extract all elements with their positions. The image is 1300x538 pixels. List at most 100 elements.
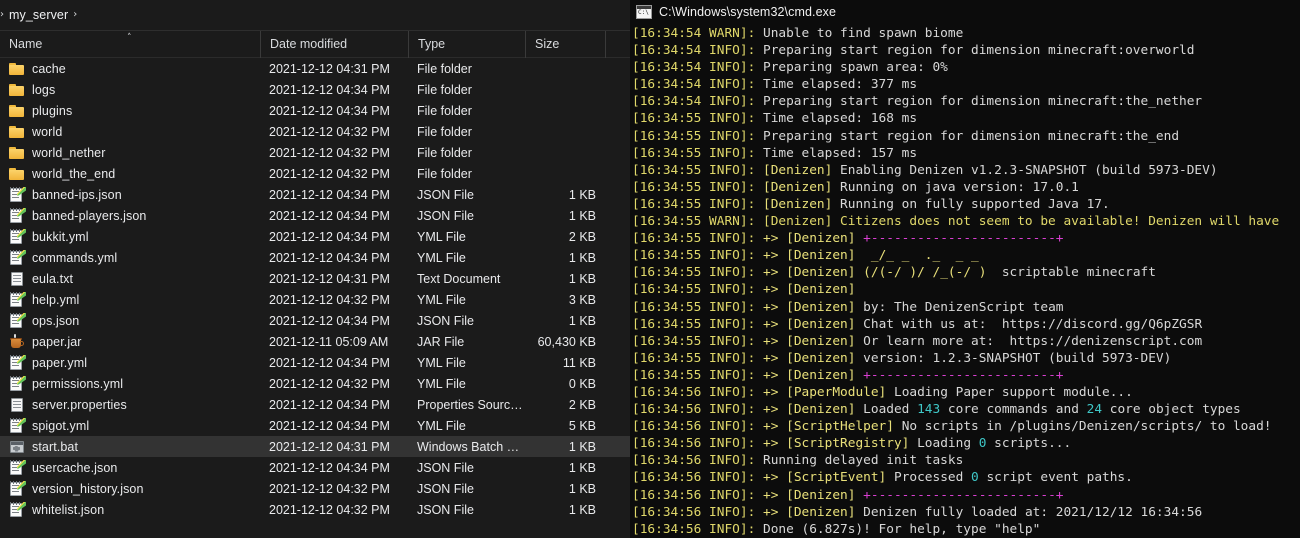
file-row[interactable]: ops.json 2021-12-12 04:34 PM JSON File 1 KB xyxy=(0,310,630,331)
file-row[interactable]: banned-players.json 2021-12-12 04:34 PM JS… xyxy=(0,205,630,226)
file-name-cell[interactable]: world_the_end xyxy=(0,166,260,182)
file-row[interactable]: world 2021-12-12 04:32 PM File folder xyxy=(0,121,630,142)
chevron-right-icon[interactable]: › xyxy=(68,10,82,20)
file-type-cell: Windows Batch File xyxy=(417,439,525,454)
log-message: Processed xyxy=(886,470,972,486)
file-row[interactable]: help.yml 2021-12-12 04:32 PM YML File 3 KB xyxy=(0,289,630,310)
cmd-icon-text: C:\ xyxy=(638,8,649,16)
sort-ascending-icon: ˄ xyxy=(127,32,132,43)
log-message: version: 1.2.3-SNAPSHOT (build 5973-DEV) xyxy=(855,350,1172,366)
file-type-cell: YML File xyxy=(417,229,466,244)
column-header-date-modified[interactable]: Date modified xyxy=(260,30,408,58)
notepad-file-icon xyxy=(9,501,26,518)
breadcrumb[interactable]: › my_server › xyxy=(0,0,630,31)
file-date-cell: 2021-12-12 04:32 PM xyxy=(269,145,390,160)
file-name-cell[interactable]: ops.json xyxy=(0,312,260,329)
file-row[interactable]: usercache.json 2021-12-12 04:34 PM JSON Fi… xyxy=(0,457,630,478)
column-header-size[interactable]: Size xyxy=(525,30,605,58)
log-message: Running on java version: 17.0.1 xyxy=(832,179,1079,195)
file-size-cell: 60,430 KB xyxy=(537,334,596,349)
file-name-cell[interactable]: bukkit.yml xyxy=(0,228,260,245)
file-name-cell[interactable]: server.properties xyxy=(0,397,260,413)
file-type-cell: File folder xyxy=(417,145,472,160)
file-name-label: plugins xyxy=(32,103,73,118)
screen: › my_server › Name ˄ Date modified Type … xyxy=(0,0,1300,538)
file-name-cell[interactable]: commands.yml xyxy=(0,249,260,266)
file-type-cell: File folder xyxy=(417,124,472,139)
file-row[interactable]: cache 2021-12-12 04:31 PM File folder xyxy=(0,58,630,79)
file-name-cell[interactable]: usercache.json xyxy=(0,459,260,476)
log-plugin-tag: [Denizen] xyxy=(762,162,833,178)
cmd-title-bar: C:\ C:\Windows\system32\cmd.exe xyxy=(630,0,1300,23)
file-row[interactable]: version_history.json 2021-12-12 04:32 PM J… xyxy=(0,478,630,499)
file-row[interactable]: spigot.yml 2021-12-12 04:34 PM YML File 5 K… xyxy=(0,415,630,436)
file-row[interactable]: start.bat 2021-12-12 04:31 PM Windows Batc… xyxy=(0,436,630,457)
file-type-cell: YML File xyxy=(417,376,466,391)
log-message: by: The DenizenScript team xyxy=(855,299,1064,315)
file-date-cell: 2021-12-12 04:34 PM xyxy=(269,313,390,328)
column-header-name[interactable]: Name ˄ xyxy=(0,31,260,58)
file-name-cell[interactable]: permissions.yml xyxy=(0,375,260,392)
console-line: [16:34:55 INFO]: +> [Denizen] version: 1… xyxy=(632,350,1300,367)
console-line: [16:34:55 INFO]: +> [Denizen] Chat with … xyxy=(632,316,1300,333)
file-name-cell[interactable]: logs xyxy=(0,82,260,98)
file-row[interactable]: plugins 2021-12-12 04:34 PM File folder xyxy=(0,100,630,121)
column-header-type[interactable]: Type xyxy=(408,30,525,58)
log-message: Time elapsed: 377 ms xyxy=(762,77,918,93)
notepad-file-icon xyxy=(9,459,26,476)
file-row[interactable]: permissions.yml 2021-12-12 04:32 PM YML Fi… xyxy=(0,373,630,394)
file-name-cell[interactable]: paper.yml xyxy=(0,354,260,371)
file-name-label: server.properties xyxy=(32,397,127,412)
file-type-cell: JSON File xyxy=(417,460,474,475)
file-row[interactable]: world_the_end 2021-12-12 04:32 PM File fol… xyxy=(0,163,630,184)
file-name-cell[interactable]: world xyxy=(0,124,260,140)
file-type-cell: JSON File xyxy=(417,208,474,223)
file-name-cell[interactable]: world_nether xyxy=(0,145,260,161)
file-row[interactable]: world_nether 2021-12-12 04:32 PM File fold… xyxy=(0,142,630,163)
file-name-cell[interactable]: start.bat xyxy=(0,439,260,455)
file-name-cell[interactable]: banned-ips.json xyxy=(0,186,260,203)
log-plugin-tag: [Denizen] xyxy=(786,265,856,281)
log-plugin-tag: [ScriptEvent] xyxy=(786,470,887,486)
console-line: [16:34:55 INFO]: Preparing start region … xyxy=(632,128,1300,145)
log-message: Preparing start region for dimension min… xyxy=(762,128,1180,144)
file-name-cell[interactable]: help.yml xyxy=(0,291,260,308)
log-divider: +------------------------+ xyxy=(855,487,1064,503)
breadcrumb-path-label[interactable]: my_server xyxy=(9,8,68,22)
notepad-file-icon xyxy=(9,228,26,245)
notepad-file-icon xyxy=(9,186,26,203)
file-name-cell[interactable]: eula.txt xyxy=(0,271,260,287)
log-timestamp: [16:34:55 INFO]: xyxy=(632,333,763,349)
log-timestamp: [16:34:56 INFO]: xyxy=(632,436,763,452)
file-name-cell[interactable]: paper.jar xyxy=(0,333,260,350)
file-name-cell[interactable]: version_history.json xyxy=(0,480,260,497)
file-row[interactable]: paper.jar 2021-12-11 05:09 AM JAR File 60,4… xyxy=(0,331,630,352)
file-row[interactable]: server.properties 2021-12-12 04:34 PM Prop… xyxy=(0,394,630,415)
cmd-exe-icon: C:\ xyxy=(636,4,652,19)
file-name-cell[interactable]: spigot.yml xyxy=(0,417,260,434)
folder-icon xyxy=(9,166,25,182)
file-row[interactable]: eula.txt 2021-12-12 04:31 PM Text Document… xyxy=(0,268,630,289)
file-name-cell[interactable]: whitelist.json xyxy=(0,501,260,518)
log-timestamp: [16:34:55 INFO]: xyxy=(632,196,763,212)
console-line: [16:34:55 INFO]: [Denizen] Running on fu… xyxy=(632,196,1300,213)
file-row[interactable]: paper.yml 2021-12-12 04:34 PM YML File 11 K… xyxy=(0,352,630,373)
file-name-cell[interactable]: banned-players.json xyxy=(0,207,260,224)
log-plugin-tag: [Denizen] xyxy=(762,196,833,212)
console-line: [16:34:55 INFO]: +> [Denizen] Or learn m… xyxy=(632,333,1300,350)
file-name-cell[interactable]: cache xyxy=(0,61,260,77)
console-output[interactable]: [16:34:54 WARN]: Unable to find spawn bi… xyxy=(630,23,1300,538)
file-row[interactable]: commands.yml 2021-12-12 04:34 PM YML File 1… xyxy=(0,247,630,268)
file-row[interactable]: logs 2021-12-12 04:34 PM File folder xyxy=(0,79,630,100)
file-row[interactable]: banned-ips.json 2021-12-12 04:34 PM JSON F… xyxy=(0,184,630,205)
console-line: [16:34:56 INFO]: +> [ScriptRegistry] Loa… xyxy=(632,435,1300,452)
log-plugin-tag: [Denizen] xyxy=(786,282,856,298)
file-date-cell: 2021-12-12 04:34 PM xyxy=(269,208,390,223)
console-line: [16:34:54 WARN]: Unable to find spawn bi… xyxy=(632,25,1300,42)
file-row[interactable]: whitelist.json 2021-12-12 04:32 PM JSON Fi… xyxy=(0,499,630,520)
console-line: [16:34:56 INFO]: Done (6.827s)! For help… xyxy=(632,521,1300,538)
log-plugin-tag: [Denizen] xyxy=(762,179,833,195)
file-row[interactable]: bukkit.yml 2021-12-12 04:34 PM YML File 2 K… xyxy=(0,226,630,247)
file-name-cell[interactable]: plugins xyxy=(0,103,260,119)
file-type-cell: YML File xyxy=(417,355,466,370)
